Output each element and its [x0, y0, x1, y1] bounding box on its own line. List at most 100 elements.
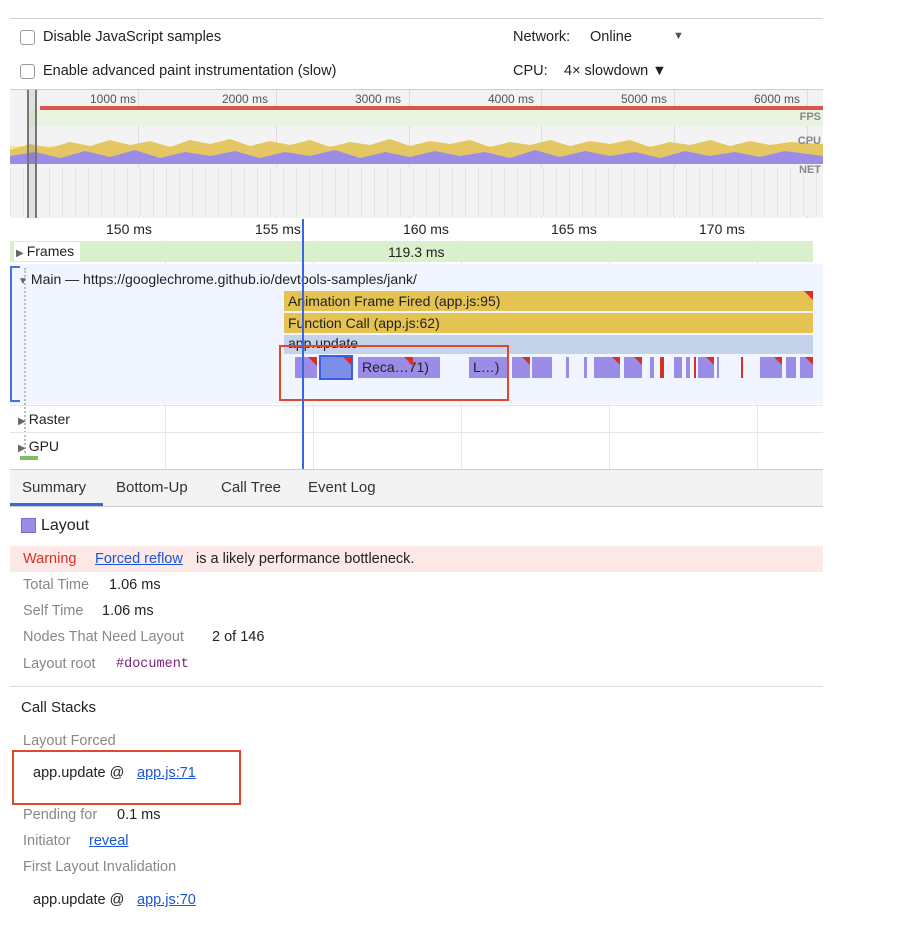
layout-event[interactable]: [786, 357, 796, 378]
cpu-throttle-select[interactable]: 4× slowdown ▼: [564, 63, 667, 79]
warning-label: Warning: [23, 551, 77, 567]
network-select[interactable]: Online: [590, 29, 632, 45]
overview-tick: 5000 ms: [621, 92, 668, 106]
warning-triangle-icon: [805, 357, 813, 365]
collapse-triangle-icon[interactable]: ▼: [18, 276, 28, 287]
cpu-label: CPU:: [513, 63, 548, 79]
tab-call-tree[interactable]: Call Tree: [221, 479, 281, 496]
timeline-overview[interactable]: 1000 ms 2000 ms 3000 ms 4000 ms 5000 ms …: [10, 89, 823, 219]
section-divider: [10, 686, 823, 687]
disable-js-samples-label[interactable]: Disable JavaScript samples: [43, 29, 221, 45]
first-invalidation-label: First Layout Invalidation: [23, 859, 177, 875]
overview-tick: 4000 ms: [488, 92, 535, 106]
animation-frame-fired-event[interactable]: Animation Frame Fired (app.js:95): [284, 291, 813, 311]
network-label: Network:: [513, 29, 571, 45]
self-time-label: Self Time: [23, 603, 84, 619]
frames-track-header[interactable]: ▶ Frames: [14, 242, 81, 261]
ruler-tick: 155 ms: [255, 221, 301, 237]
layout-event[interactable]: [674, 357, 682, 378]
expand-triangle-icon[interactable]: ▶: [16, 248, 24, 259]
overview-tick: 2000 ms: [222, 92, 269, 106]
warning-triangle-icon: [774, 357, 782, 365]
layout-event[interactable]: [660, 357, 664, 378]
warning-triangle-icon: [612, 357, 620, 365]
layout-root-value: #document: [116, 657, 189, 672]
ruler-tick: 160 ms: [403, 221, 449, 237]
overview-tick: 1000 ms: [90, 92, 137, 106]
active-tab-indicator: [10, 503, 103, 506]
main-label: Main — https://googlechrome.github.io/de…: [30, 271, 417, 287]
summary-title: Layout: [41, 517, 90, 534]
gpu-label: GPU: [28, 438, 60, 454]
advanced-paint-checkbox[interactable]: [20, 64, 35, 79]
expand-triangle-icon[interactable]: ▶: [18, 443, 26, 454]
layout-forced-label: Layout Forced: [23, 733, 116, 749]
nodes-value: 2 of 146: [212, 629, 265, 645]
details-tabs: Summary Bottom-Up Call Tree Event Log: [10, 469, 823, 507]
tab-event-log[interactable]: Event Log: [308, 479, 376, 496]
gpu-track-header[interactable]: ▶ GPU: [18, 438, 59, 454]
annotation-highlight-box: [12, 750, 241, 805]
time-ruler: 150 ms 155 ms 160 ms 165 ms 170 ms: [10, 218, 823, 240]
initiator-reveal-link[interactable]: reveal: [89, 833, 129, 849]
capture-settings: Disable JavaScript samples Enable advanc…: [10, 18, 823, 89]
ruler-tick: 150 ms: [106, 221, 152, 237]
self-time-value: 1.06 ms: [102, 603, 154, 619]
call-stacks-title: Call Stacks: [21, 699, 97, 716]
net-graph: [10, 168, 823, 216]
frames-label: Frames: [26, 243, 75, 259]
nodes-label: Nodes That Need Layout: [23, 629, 184, 645]
warning-triangle-icon: [804, 291, 813, 300]
layout-event[interactable]: [650, 357, 654, 378]
raster-label: Raster: [28, 411, 70, 427]
fps-graph: [28, 110, 823, 126]
warning-message: is a likely performance bottleneck.: [196, 551, 415, 567]
gpu-activity-bar: [20, 456, 38, 460]
stack-frame-fn: app.update @: [33, 892, 125, 908]
function-call-event[interactable]: Function Call (app.js:62): [284, 313, 813, 333]
stack-frame-link[interactable]: app.js:70: [137, 892, 196, 908]
initiator-label: Initiator: [23, 833, 71, 849]
tab-summary[interactable]: Summary: [22, 479, 86, 496]
layout-event[interactable]: [717, 357, 719, 378]
annotation-highlight-box: [279, 345, 509, 401]
ruler-tick: 170 ms: [699, 221, 745, 237]
warning-triangle-icon: [706, 357, 714, 365]
expand-triangle-icon[interactable]: ▶: [18, 416, 26, 427]
forced-reflow-link[interactable]: Forced reflow: [95, 551, 183, 567]
tab-bottom-up[interactable]: Bottom-Up: [116, 479, 188, 496]
layout-root-label: Layout root: [23, 656, 96, 672]
pending-label: Pending for: [23, 807, 98, 823]
track-divider: [10, 405, 823, 406]
bracket-top: [12, 266, 20, 268]
total-time-label: Total Time: [23, 577, 90, 593]
layout-event[interactable]: [584, 357, 587, 378]
playhead-cursor[interactable]: [302, 219, 304, 469]
ruler-tick: 165 ms: [551, 221, 597, 237]
pending-value: 0.1 ms: [117, 807, 161, 823]
layout-event[interactable]: [694, 357, 696, 378]
net-label: NET: [799, 164, 821, 176]
warning-triangle-icon: [522, 357, 530, 365]
overview-selection-handle[interactable]: [27, 90, 37, 218]
overview-tick: 6000 ms: [754, 92, 801, 106]
layout-event[interactable]: [741, 357, 743, 378]
layout-event[interactable]: [566, 357, 569, 378]
cpu-label: CPU: [797, 135, 821, 147]
advanced-paint-label[interactable]: Enable advanced paint instrumentation (s…: [43, 63, 336, 79]
track-divider: [10, 432, 823, 433]
raster-track-header[interactable]: ▶ Raster: [18, 411, 70, 427]
total-time-value: 1.06 ms: [109, 577, 161, 593]
main-track-selection-bracket: [10, 266, 12, 402]
frame-duration[interactable]: 119.3 ms: [388, 244, 445, 260]
warning-triangle-icon: [634, 357, 642, 365]
disable-js-samples-checkbox[interactable]: [20, 30, 35, 45]
main-track-header[interactable]: ▼ Main — https://googlechrome.github.io/d…: [18, 271, 417, 287]
layout-color-swatch: [21, 518, 36, 533]
cpu-graph: [10, 139, 823, 164]
chevron-down-icon[interactable]: ▼: [673, 30, 684, 42]
fps-label: FPS: [799, 111, 821, 123]
layout-event[interactable]: [532, 357, 552, 378]
layout-event[interactable]: [686, 357, 690, 378]
bracket-bottom: [12, 400, 20, 402]
